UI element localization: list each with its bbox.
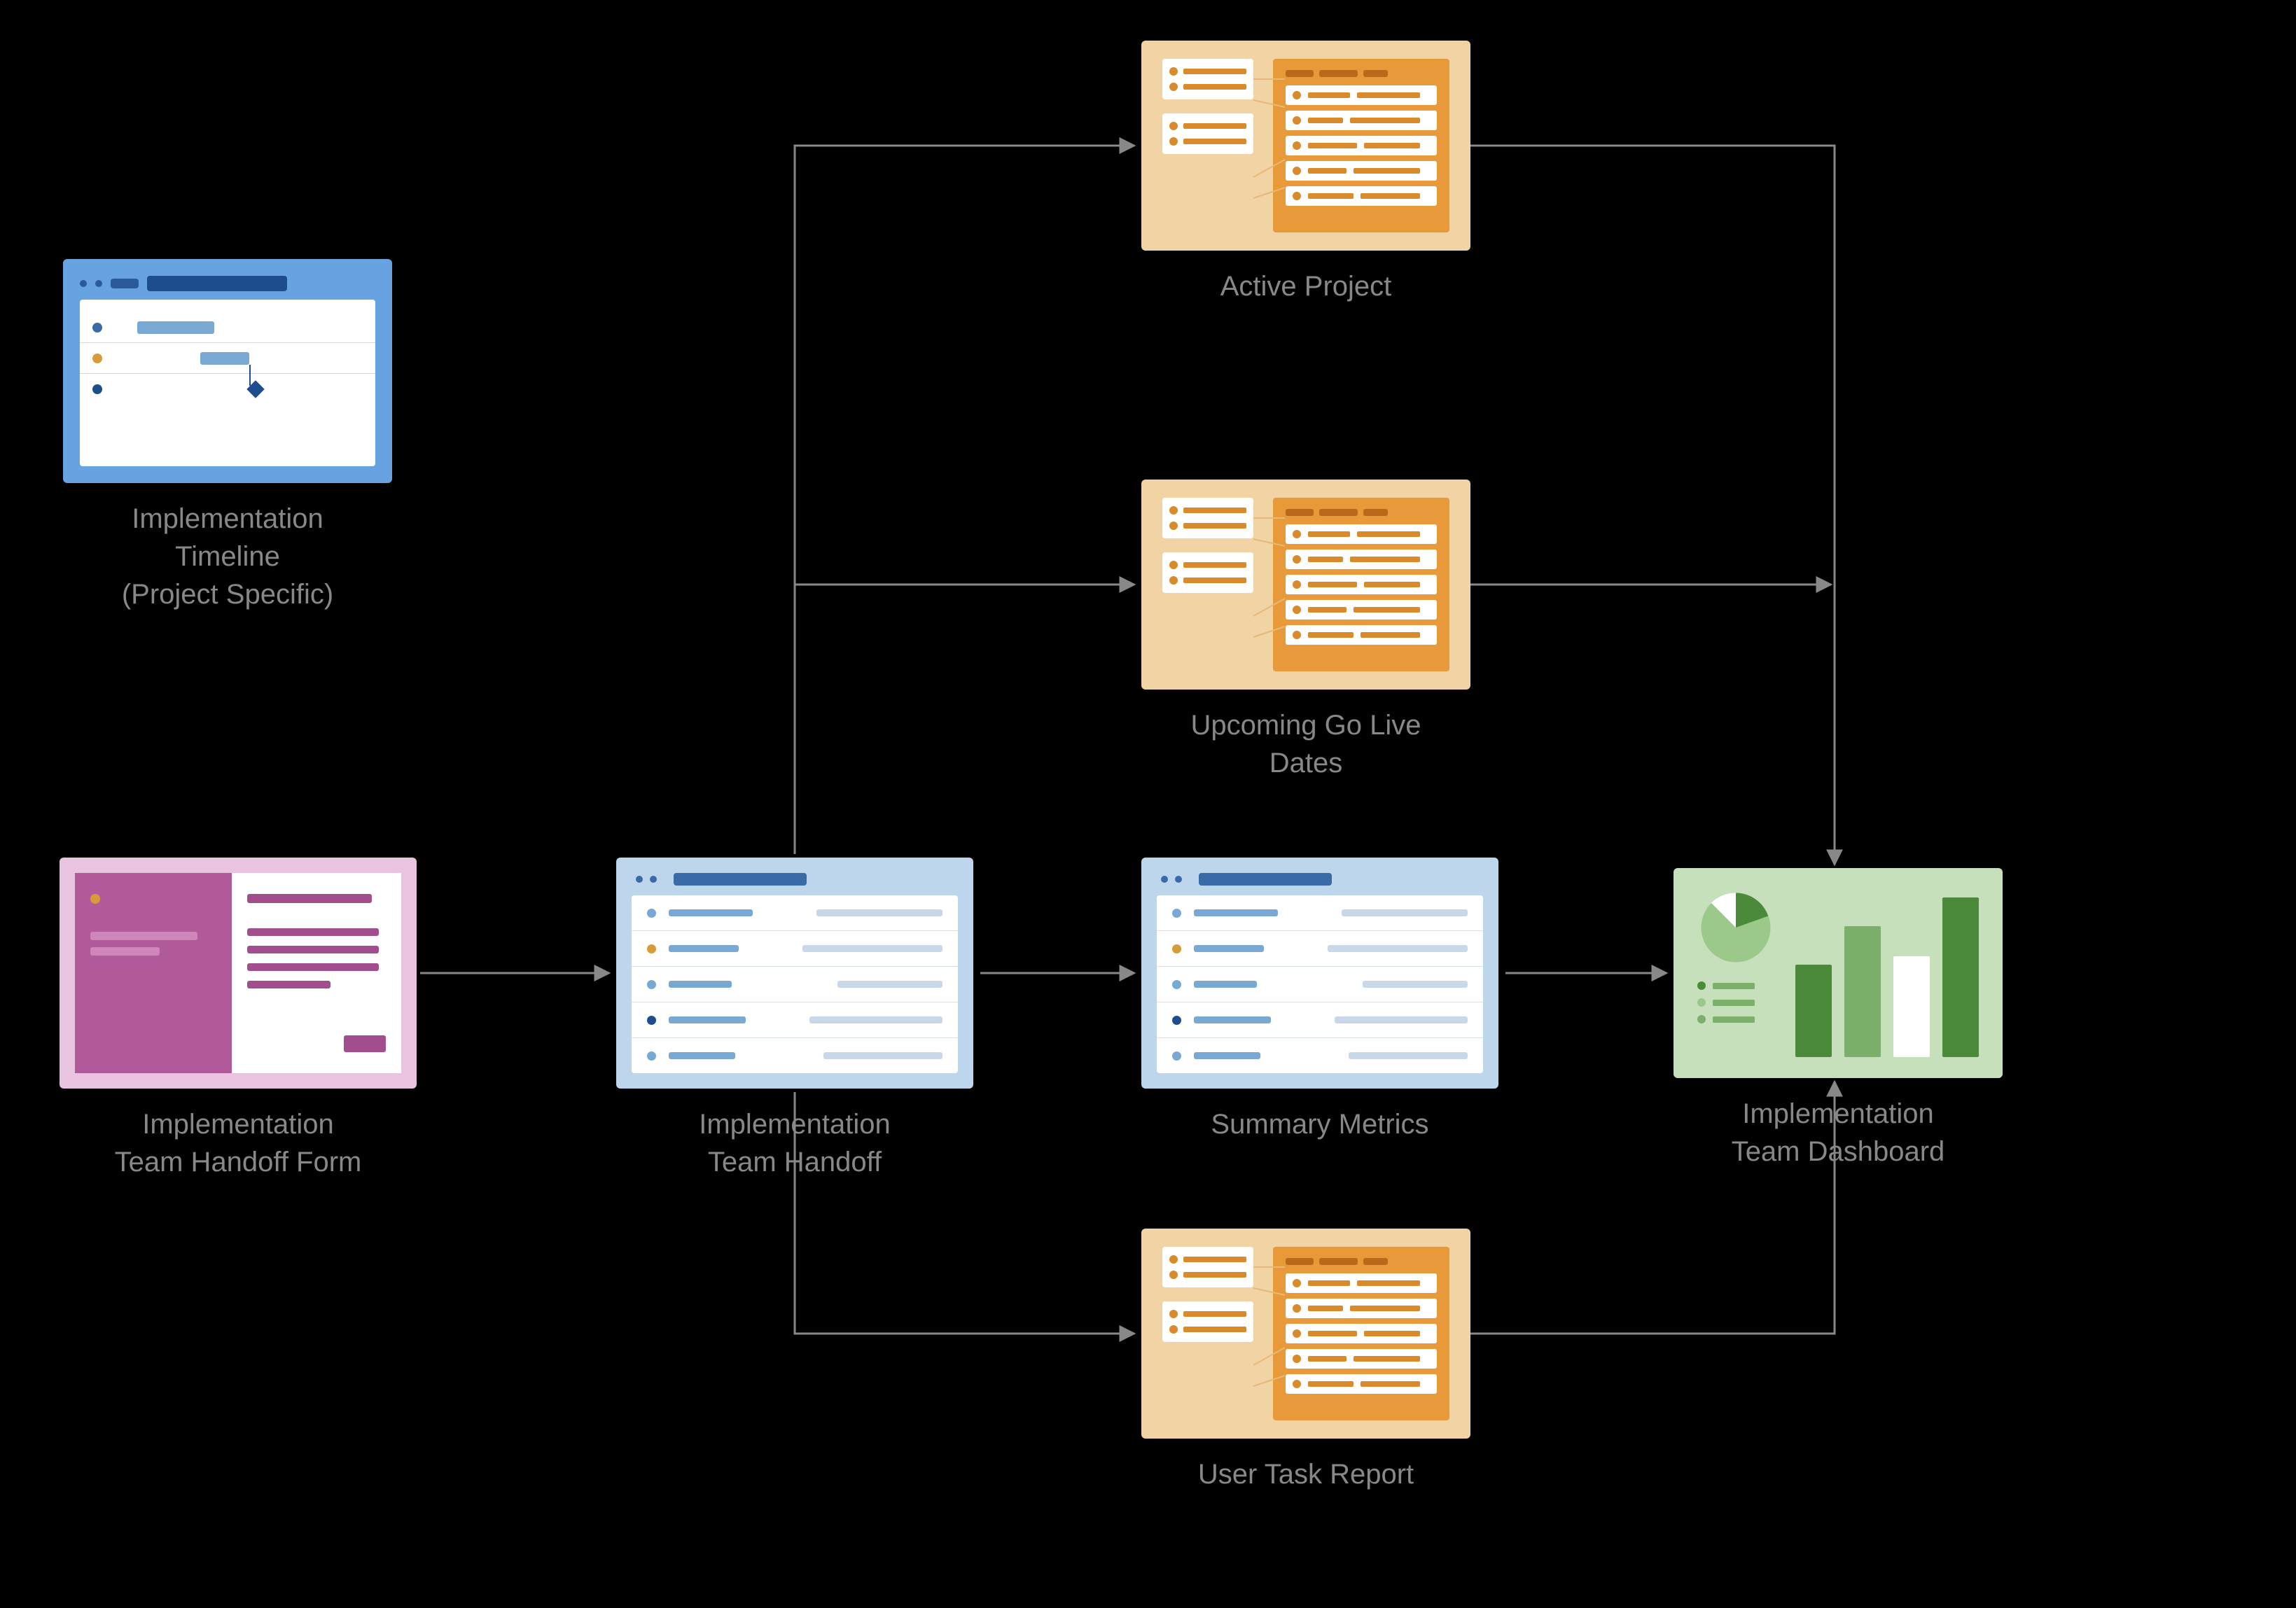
handoff-form-label: ImplementationTeam Handoff Form (115, 1105, 362, 1181)
summary-metrics-label: Summary Metrics (1211, 1105, 1428, 1143)
summary-metrics-card-icon (1141, 858, 1498, 1089)
node-user-task: User Task Report (1141, 1229, 1470, 1493)
go-live-label: Upcoming Go LiveDates (1190, 706, 1421, 782)
go-live-card-icon (1141, 480, 1470, 690)
user-task-label: User Task Report (1198, 1455, 1414, 1493)
node-dashboard: ImplementationTeam Dashboard (1674, 868, 2003, 1170)
timeline-label: ImplementationTimeline(Project Specific) (122, 500, 333, 613)
team-handoff-card-icon (616, 858, 973, 1089)
active-project-card-icon (1141, 41, 1470, 251)
node-timeline: ImplementationTimeline(Project Specific) (63, 259, 392, 613)
timeline-card-icon (63, 259, 392, 483)
node-summary-metrics: Summary Metrics (1141, 858, 1498, 1143)
dashboard-label: ImplementationTeam Dashboard (1732, 1095, 1945, 1170)
node-active-project: Active Project (1141, 41, 1470, 305)
handoff-form-card-icon (60, 858, 417, 1089)
node-go-live: Upcoming Go LiveDates (1141, 480, 1470, 782)
node-team-handoff: ImplementationTeam Handoff (616, 858, 973, 1181)
team-handoff-label: ImplementationTeam Handoff (699, 1105, 890, 1181)
active-project-label: Active Project (1220, 267, 1392, 305)
dashboard-card-icon (1674, 868, 2003, 1078)
user-task-card-icon (1141, 1229, 1470, 1439)
node-handoff-form: ImplementationTeam Handoff Form (60, 858, 417, 1181)
